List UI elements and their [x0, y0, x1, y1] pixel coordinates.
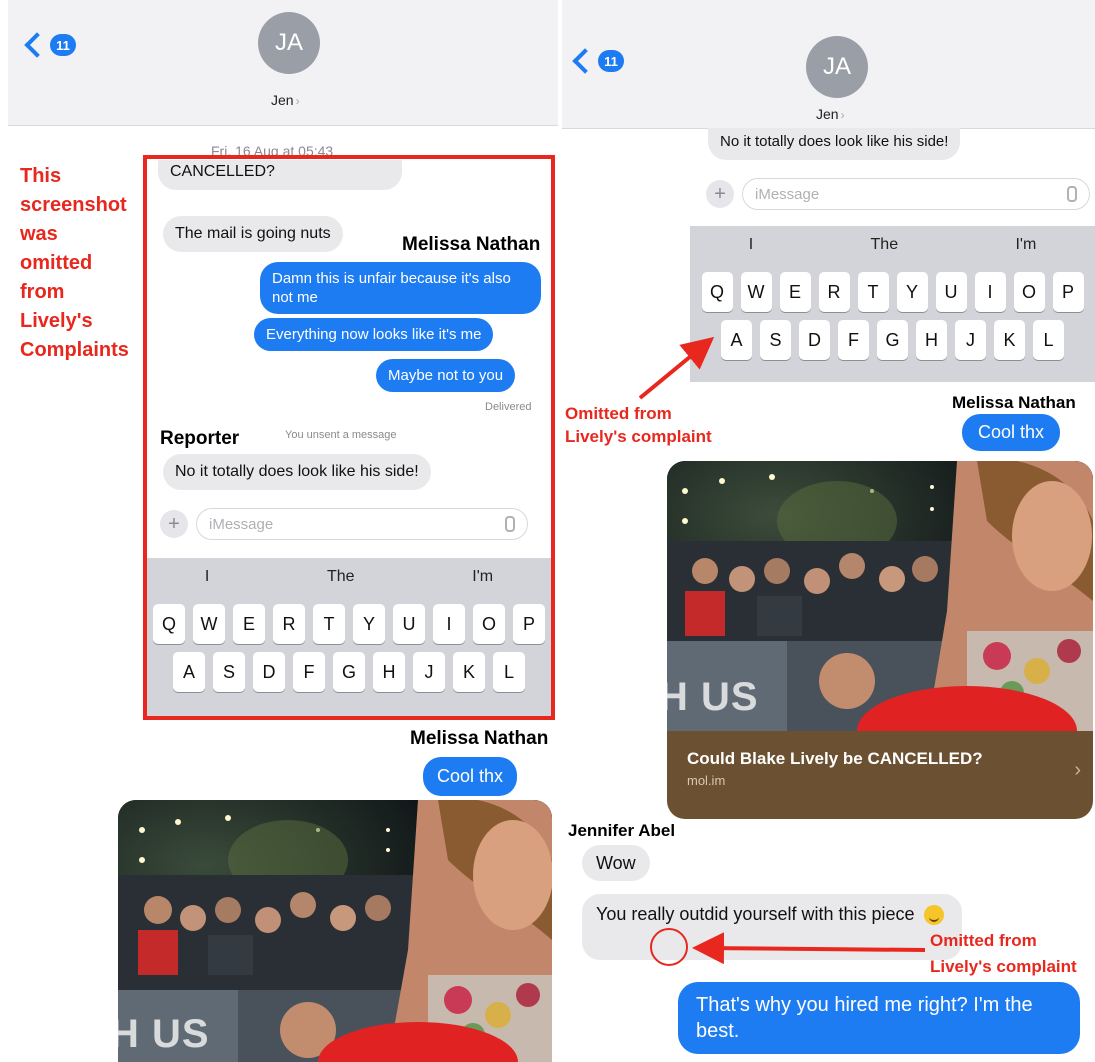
- photo-overlay-text: H US: [667, 675, 759, 719]
- key-e[interactable]: E: [779, 272, 811, 312]
- contact-name-label: Jen: [816, 106, 839, 122]
- compose-bar: + iMessage: [706, 178, 1090, 210]
- key-row: Q W E R T Y U I O P: [690, 272, 1095, 312]
- avatar[interactable]: JA: [258, 12, 320, 74]
- left-note: This screenshot was omitted from Lively'…: [20, 162, 129, 365]
- key-d[interactable]: D: [799, 320, 830, 360]
- key-a[interactable]: A: [721, 320, 752, 360]
- message-input[interactable]: iMessage: [742, 178, 1090, 210]
- right-back-button[interactable]: 11: [572, 48, 624, 74]
- keyboard: I The I'm Q W E R T Y U I O P A S D F G …: [690, 226, 1095, 382]
- note-line: screenshot: [20, 194, 127, 216]
- key-i[interactable]: I: [974, 272, 1006, 312]
- message-input-placeholder: iMessage: [755, 185, 820, 203]
- link-preview-card[interactable]: Could Blake Lively be CANCELLED? mol.im …: [667, 731, 1093, 819]
- unread-count-badge: 11: [598, 50, 624, 72]
- right-header: 11 JA Jen ›: [562, 0, 1095, 129]
- plus-icon[interactable]: +: [706, 180, 734, 208]
- key-p[interactable]: P: [1052, 272, 1084, 312]
- suggestion[interactable]: I'm: [1015, 236, 1036, 254]
- unread-count-badge: 11: [50, 34, 76, 56]
- key-s[interactable]: S: [760, 320, 791, 360]
- message-bubble[interactable]: Cool thx: [423, 757, 518, 796]
- highlight-circle: [650, 928, 688, 966]
- key-w[interactable]: W: [740, 272, 772, 312]
- message-bubble[interactable]: Cool thx: [962, 414, 1061, 451]
- suggestion[interactable]: The: [871, 236, 899, 254]
- left-header: 11 JA Jen ›: [8, 0, 558, 126]
- note-line: was: [20, 223, 58, 245]
- sender-label-melissa: Melissa Nathan: [402, 234, 541, 255]
- message-text: You really outdid yourself with this pie…: [596, 904, 915, 924]
- omitted-note: Omitted from Lively's complaint: [930, 928, 1077, 980]
- key-k[interactable]: K: [994, 320, 1025, 360]
- suggestion[interactable]: I: [749, 236, 753, 254]
- key-row: A S D F G H J K L: [690, 320, 1095, 360]
- key-j[interactable]: J: [955, 320, 986, 360]
- note-line: Lively's complaint: [930, 957, 1077, 976]
- message-bubble[interactable]: No it totally does look like his side!: [708, 128, 961, 160]
- note-line: omitted: [20, 252, 93, 274]
- link-preview-image[interactable]: H US: [667, 461, 1093, 731]
- key-r[interactable]: R: [818, 272, 850, 312]
- message-bubble[interactable]: You really outdid yourself with this pie…: [582, 894, 962, 960]
- key-y[interactable]: Y: [896, 272, 928, 312]
- left-back-button[interactable]: 11: [24, 32, 76, 58]
- link-title: Could Blake Lively be CANCELLED?: [687, 749, 983, 768]
- back-chevron-icon: [572, 48, 598, 74]
- sender-label-melissa: Melissa Nathan: [410, 728, 549, 749]
- note-line: Omitted from: [565, 404, 672, 423]
- sender-label-reporter: Reporter: [160, 428, 240, 449]
- omitted-note: Omitted from Lively's complaint: [565, 402, 712, 448]
- photo-overlay-text: H US: [118, 1012, 210, 1056]
- chevron-right-icon: ›: [840, 108, 845, 122]
- mic-icon[interactable]: [1067, 186, 1077, 202]
- contact-name[interactable]: Jen ›: [271, 92, 300, 108]
- note-line: Complaints: [20, 339, 129, 361]
- key-h[interactable]: H: [916, 320, 947, 360]
- sender-label-melissa: Melissa Nathan: [952, 393, 1076, 412]
- key-f[interactable]: F: [838, 320, 869, 360]
- chevron-right-icon: ›: [295, 94, 300, 108]
- note-line: Lively's: [20, 310, 93, 332]
- contact-name[interactable]: Jen ›: [816, 106, 845, 122]
- note-line: from: [20, 281, 65, 303]
- message-bubble[interactable]: That's why you hired me right? I'm the b…: [678, 982, 1080, 1054]
- key-q[interactable]: Q: [701, 272, 733, 312]
- note-line: Omitted from: [930, 931, 1037, 950]
- predictive-bar: I The I'm: [690, 226, 1095, 264]
- back-chevron-icon: [24, 32, 50, 58]
- key-o[interactable]: O: [1013, 272, 1045, 312]
- sender-label-jennifer: Jennifer Abel: [568, 821, 676, 840]
- note-line: This: [20, 165, 62, 187]
- shared-photo[interactable]: H US: [118, 800, 552, 1062]
- chevron-right-icon: ›: [1074, 759, 1081, 781]
- key-l[interactable]: L: [1033, 320, 1064, 360]
- key-u[interactable]: U: [935, 272, 967, 312]
- key-g[interactable]: G: [877, 320, 908, 360]
- message-bubble[interactable]: Wow: [582, 845, 650, 881]
- emoji-icon: [923, 905, 944, 926]
- link-url: mol.im: [687, 773, 726, 788]
- contact-name-label: Jen: [271, 92, 294, 108]
- note-line: Lively's complaint: [565, 427, 712, 446]
- avatar[interactable]: JA: [806, 36, 868, 98]
- key-t[interactable]: T: [857, 272, 889, 312]
